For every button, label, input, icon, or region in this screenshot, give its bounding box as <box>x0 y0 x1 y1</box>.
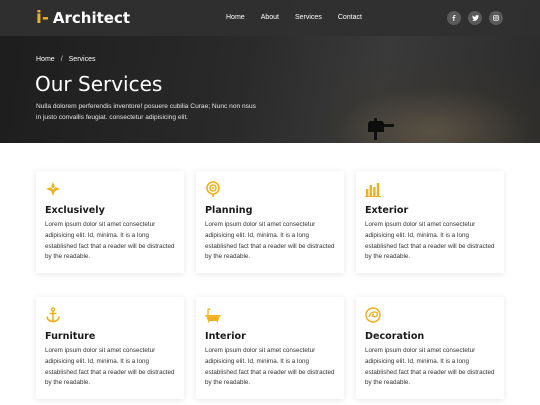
service-title: Planning <box>205 205 253 216</box>
page-description: Nulla dolorem perferendis inventore! pos… <box>36 103 256 121</box>
service-card-exclusively[interactable]: Exclusively Lorem ipsum dolor sit amet c… <box>36 171 184 273</box>
navbar: i- Architect Home About Services Contact <box>0 0 540 36</box>
service-card-exterior[interactable]: Exterior Lorem ipsum dolor sit amet cons… <box>356 171 504 273</box>
service-description: Lorem ipsum dolor sit amet consectetur a… <box>45 347 175 387</box>
breadcrumb: Home / Services <box>36 56 95 63</box>
lamp-image-head <box>368 121 384 132</box>
service-description: Lorem ipsum dolor sit amet consectetur a… <box>45 221 175 261</box>
nav-link-services[interactable]: Services <box>295 12 322 24</box>
twitter-link[interactable] <box>468 11 482 25</box>
service-title: Decoration <box>365 331 425 342</box>
nav-link-about[interactable]: About <box>261 12 279 24</box>
breadcrumb-current: Services <box>68 56 96 63</box>
facebook-icon <box>452 15 456 21</box>
service-description: Lorem ipsum dolor sit amet consectetur a… <box>365 347 495 387</box>
facebook-link[interactable] <box>447 11 461 25</box>
service-description: Lorem ipsum dolor sit amet consectetur a… <box>365 221 495 261</box>
twitter-icon <box>471 15 479 21</box>
logo-mark: i- <box>36 8 49 28</box>
nav-link-contact[interactable]: Contact <box>338 12 362 24</box>
main-nav: Home About Services Contact <box>226 12 378 24</box>
hero-background-light <box>330 60 540 143</box>
service-card-interior[interactable]: Interior Lorem ipsum dolor sit amet cons… <box>196 297 344 399</box>
swirl-icon <box>365 307 381 323</box>
service-card-furniture[interactable]: Furniture Lorem ipsum dolor sit amet con… <box>36 297 184 399</box>
service-card-decoration[interactable]: Decoration Lorem ipsum dolor sit amet co… <box>356 297 504 399</box>
logo-text: Architect <box>52 9 131 27</box>
anchor-icon <box>46 307 60 323</box>
service-description: Lorem ipsum dolor sit amet consectetur a… <box>205 221 335 261</box>
target-icon <box>206 181 220 197</box>
compass-icon <box>46 182 60 196</box>
social-links <box>447 11 503 25</box>
service-title: Interior <box>205 331 246 342</box>
nav-link-home[interactable]: Home <box>226 12 245 24</box>
service-title: Exclusively <box>45 205 105 216</box>
breadcrumb-home-link[interactable]: Home <box>36 56 55 63</box>
service-card-planning[interactable]: Planning Lorem ipsum dolor sit amet cons… <box>196 171 344 273</box>
service-title: Exterior <box>365 205 409 216</box>
breadcrumb-separator: / <box>60 56 63 63</box>
service-description: Lorem ipsum dolor sit amet consectetur a… <box>205 347 335 387</box>
instagram-icon <box>493 15 499 21</box>
logo[interactable]: i- Architect <box>36 8 130 28</box>
service-title: Furniture <box>45 331 96 342</box>
bathtub-icon <box>205 308 221 323</box>
page-title: Our Services <box>35 72 163 96</box>
instagram-link[interactable] <box>489 11 503 25</box>
bar-chart-icon <box>365 183 381 197</box>
